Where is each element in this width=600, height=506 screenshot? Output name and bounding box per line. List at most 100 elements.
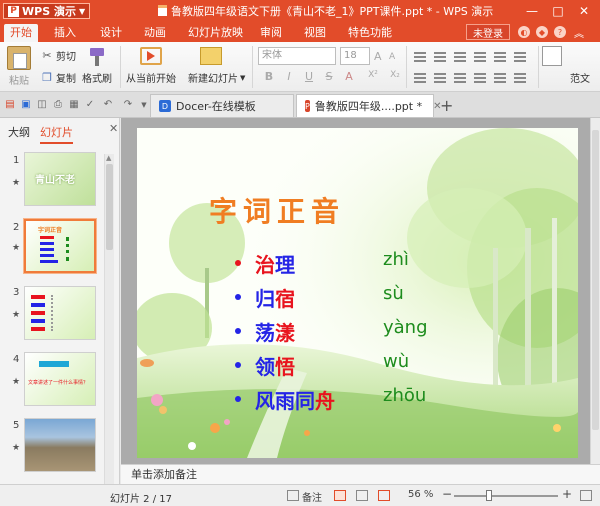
format-painter-button[interactable]: 格式刷 <box>82 70 112 85</box>
bullet-list-icon[interactable] <box>414 52 426 62</box>
slide-canvas[interactable]: 字词正音 治理 zhì 归宿 sù 荡漾 yàng 领悟 wù 风雨同舟 zhōu <box>137 128 578 458</box>
vocabulary-word: 归宿 <box>255 283 295 312</box>
underline-button[interactable]: U <box>302 70 316 83</box>
scrollbar-thumb[interactable] <box>592 130 599 430</box>
normal-view-icon[interactable] <box>334 490 346 501</box>
shrink-font-icon[interactable]: A <box>389 52 395 62</box>
tab-view[interactable]: 视图 <box>298 24 332 42</box>
export-icon[interactable]: ◫ <box>36 99 48 111</box>
save-icon[interactable]: ▣ <box>20 99 32 111</box>
italic-button[interactable]: I <box>282 70 296 83</box>
tab-slides[interactable]: 幻灯片 <box>40 124 73 144</box>
slide-panel: 大纲 幻灯片 ✕ 1 ★ 青山不老 2 ★ 字词正音 3 ★ 4 ★ 文章讲述了… <box>0 118 120 484</box>
word-character: 宿 <box>275 287 295 311</box>
zoom-out-button[interactable]: − <box>442 487 452 501</box>
ribbon-tabs: 开始 插入 设计 动画 幻灯片放映 审阅 视图 特色功能 未登录 ◐ ◆ ? ︽ <box>0 22 600 42</box>
slide-thumbnail-1[interactable]: 青山不老 <box>24 152 96 206</box>
distribute-icon[interactable] <box>494 73 506 83</box>
line-spacing-icon[interactable] <box>494 52 506 62</box>
slide-number: 4 <box>13 354 20 365</box>
numbered-list-icon[interactable] <box>434 52 446 62</box>
increase-indent-icon[interactable] <box>474 52 486 62</box>
notes-field[interactable]: 单击添加备注 <box>121 464 600 484</box>
zoom-in-button[interactable]: + <box>562 487 572 501</box>
justify-icon[interactable] <box>474 73 486 83</box>
zoom-slider-handle[interactable] <box>486 490 492 501</box>
new-slide-button[interactable]: 新建幻灯片 ▼ <box>188 70 245 86</box>
open-icon[interactable]: ▤ <box>4 99 16 111</box>
font-color-button[interactable]: A <box>342 70 356 83</box>
tab-slideshow[interactable]: 幻灯片放映 <box>182 24 249 42</box>
undo-icon[interactable]: ↶ <box>102 99 114 111</box>
new-tab-button[interactable]: + <box>440 96 453 115</box>
notes-toggle[interactable]: 备注 <box>302 489 322 504</box>
align-right-icon[interactable] <box>454 73 466 83</box>
slide-thumbnail-4[interactable]: 文章讲述了一件什么事情？ <box>24 352 96 406</box>
help-icon[interactable]: ? <box>554 26 566 38</box>
tab-design[interactable]: 设计 <box>94 24 128 42</box>
minimize-button[interactable]: — <box>520 2 544 20</box>
fit-window-icon[interactable] <box>580 490 592 501</box>
share-icon[interactable]: ◆ <box>536 26 548 38</box>
text-direction-icon[interactable] <box>514 52 526 62</box>
print-preview-icon[interactable]: ▦ <box>68 99 80 111</box>
new-slide-icon <box>200 47 222 65</box>
zoom-slider-track[interactable] <box>454 495 558 497</box>
app-menu-button[interactable]: P WPS 演示 ▼ <box>3 3 91 19</box>
columns-icon[interactable] <box>514 73 526 83</box>
slide-thumbnail-5[interactable] <box>24 418 96 472</box>
word-character: 舟 <box>315 389 335 413</box>
login-button[interactable]: 未登录 <box>466 24 510 40</box>
thumbnail-text: 青山不老 <box>35 175 75 186</box>
font-size-select[interactable]: 18 <box>340 47 370 65</box>
bold-button[interactable]: B <box>262 70 276 83</box>
copy-label: 复制 <box>56 74 76 85</box>
paste-button[interactable]: 粘贴 <box>4 46 34 87</box>
font-name-select[interactable]: 宋体 <box>258 47 336 65</box>
maximize-button[interactable]: □ <box>546 2 570 20</box>
text-box-button[interactable]: 范文 <box>570 70 590 85</box>
close-button[interactable]: ✕ <box>572 2 596 20</box>
cut-button[interactable]: ✂ 剪切 <box>40 48 76 64</box>
notes-icon[interactable] <box>287 490 299 501</box>
slide-title[interactable]: 字词正音 <box>137 190 417 230</box>
grow-font-icon[interactable]: A <box>374 50 382 63</box>
slide-thumbnail-2[interactable]: 字词正音 <box>23 218 97 274</box>
from-current-button[interactable]: 从当前开始 <box>126 70 176 85</box>
vocabulary-word: 领悟 <box>255 351 295 380</box>
scrollbar-thumb[interactable] <box>106 164 113 250</box>
align-left-icon[interactable] <box>414 73 426 83</box>
panel-scrollbar[interactable]: ▲ <box>104 154 114 484</box>
spellcheck-icon[interactable]: ✓ <box>84 99 96 111</box>
close-panel-icon[interactable]: ✕ <box>109 122 118 135</box>
tab-outline[interactable]: 大纲 <box>8 124 30 140</box>
print-icon[interactable]: ⎙ <box>52 99 64 111</box>
slideshow-icon[interactable] <box>378 490 390 501</box>
tab-review[interactable]: 审阅 <box>254 24 288 42</box>
tab-features[interactable]: 特色功能 <box>342 24 398 42</box>
decrease-indent-icon[interactable] <box>454 52 466 62</box>
scroll-up-icon[interactable]: ▲ <box>106 154 111 162</box>
chevron-down-icon: ▼ <box>78 6 86 16</box>
tab-animation[interactable]: 动画 <box>138 24 172 42</box>
doc-tab-docer[interactable]: D Docer-在线模板 <box>150 94 294 117</box>
strikethrough-button[interactable]: S <box>322 70 336 83</box>
subscript-button[interactable]: X₂ <box>386 70 404 80</box>
tab-insert[interactable]: 插入 <box>48 24 82 42</box>
tab-home[interactable]: 开始 <box>4 24 38 42</box>
ribbon-collapse-icon[interactable]: ︽ <box>574 25 584 40</box>
text-box-icon <box>542 46 562 66</box>
superscript-button[interactable]: X² <box>364 70 382 80</box>
redo-icon[interactable]: ↷ <box>122 99 134 111</box>
align-center-icon[interactable] <box>434 73 446 83</box>
slide-thumbnail-3[interactable] <box>24 286 96 340</box>
slide-sorter-icon[interactable] <box>356 490 368 501</box>
copy-button[interactable]: ❐ 复制 <box>40 70 76 86</box>
skin-icon[interactable]: ◐ <box>518 26 530 38</box>
new-slide-label: 新建幻灯片 <box>188 74 238 85</box>
chevron-down-icon[interactable]: ▼ <box>138 99 150 111</box>
editor-scrollbar[interactable] <box>590 118 600 464</box>
doc-tab-current[interactable]: P 鲁教版四年级....ppt * ✕ <box>296 94 441 117</box>
window-title: 鲁教版四年级语文下册《青山不老_1》PPT课件.ppt * - WPS 演示 <box>158 3 493 19</box>
slide-number: 5 <box>13 420 20 431</box>
